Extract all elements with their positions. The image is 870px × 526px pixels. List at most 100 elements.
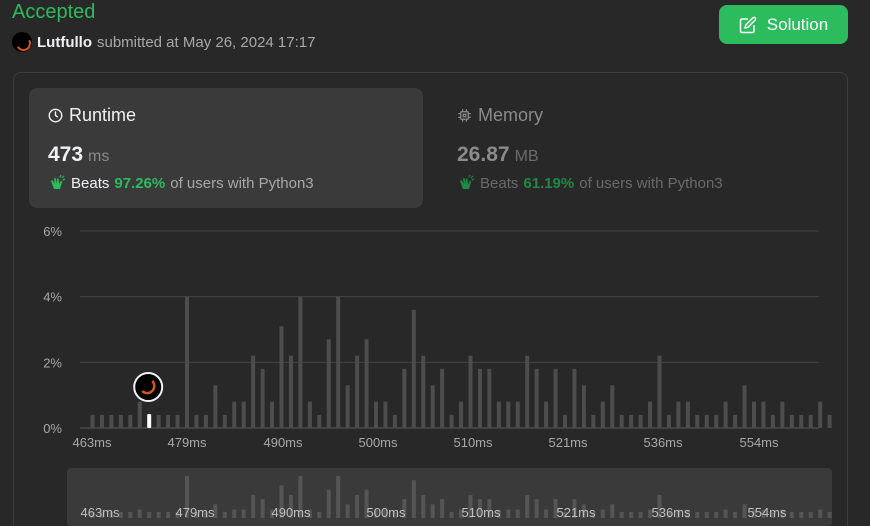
chart-bar[interactable]	[270, 401, 275, 428]
chart-bar[interactable]	[581, 385, 586, 428]
navigator-bar	[137, 509, 142, 518]
chart-bar[interactable]	[761, 401, 766, 428]
chart-bar[interactable]	[799, 414, 804, 428]
chart-bar[interactable]	[600, 401, 605, 428]
chart-bar[interactable]	[374, 401, 378, 428]
navigator-bar	[430, 504, 435, 518]
chart-bar[interactable]	[780, 401, 785, 428]
chart-bar[interactable]	[336, 296, 341, 428]
y-tick-label: 2%	[43, 355, 62, 370]
chart-bar[interactable]	[770, 414, 775, 428]
chart-bar[interactable]	[260, 368, 265, 428]
chart-bar[interactable]	[827, 414, 832, 428]
chart-bar[interactable]	[468, 355, 473, 428]
chart-bar[interactable]	[411, 309, 416, 428]
chart-bar[interactable]	[666, 414, 671, 428]
chart-bar[interactable]	[402, 368, 407, 428]
chart-bar[interactable]	[203, 414, 208, 428]
chart-bar[interactable]	[156, 414, 161, 428]
navigator-bar	[506, 509, 511, 518]
chart-bar[interactable]	[506, 401, 511, 428]
chart-bar[interactable]	[477, 368, 482, 428]
highlight-bar[interactable]	[147, 414, 152, 428]
chart-bar[interactable]	[789, 414, 794, 428]
chart-bar[interactable]	[818, 401, 823, 428]
chart-bar[interactable]	[563, 414, 567, 428]
navigator-bar	[714, 512, 719, 518]
chart-bar[interactable]	[657, 355, 662, 428]
navigator-bar	[156, 512, 161, 518]
chart-bar[interactable]	[364, 339, 369, 428]
chart-bar[interactable]	[222, 414, 227, 428]
chart-bar[interactable]	[128, 414, 133, 428]
chart-bar[interactable]	[137, 401, 142, 428]
chart-bar[interactable]	[487, 368, 492, 428]
chart-bar[interactable]	[185, 296, 189, 428]
chart-bar[interactable]	[553, 368, 558, 428]
chart-bar[interactable]	[685, 401, 690, 428]
navigator-bar	[695, 512, 700, 518]
chart-bar[interactable]	[109, 414, 114, 428]
x-tick-label: 479ms	[167, 435, 207, 450]
chart-bar[interactable]	[572, 368, 577, 428]
chart-bar[interactable]	[90, 414, 95, 428]
chart-bar[interactable]	[213, 385, 218, 428]
chart-bar[interactable]	[742, 385, 747, 428]
runtime-distribution-chart[interactable]: 6% 4% 2% 0% 463ms 479ms 490ms 500ms 510ms 521ms 5…	[0, 0, 870, 526]
chart-bar[interactable]	[629, 414, 634, 428]
chart-bar[interactable]	[440, 368, 445, 428]
chart-bar[interactable]	[326, 339, 331, 428]
chart-bar[interactable]	[525, 355, 530, 428]
y-tick-label: 4%	[43, 290, 62, 305]
chart-bar[interactable]	[619, 414, 624, 428]
navigator-bar	[704, 512, 709, 518]
chart-bar[interactable]	[515, 401, 520, 428]
x-tick-label: 500ms	[358, 435, 398, 450]
chart-bar[interactable]	[591, 414, 596, 428]
chart-bar[interactable]	[496, 401, 501, 428]
chart-bar[interactable]	[232, 401, 237, 428]
chart-bar[interactable]	[610, 385, 615, 428]
chart-bar[interactable]	[449, 414, 454, 428]
chart-bar[interactable]	[534, 368, 539, 428]
chart-bar[interactable]	[544, 401, 549, 428]
chart-bar[interactable]	[355, 355, 360, 428]
chart-bar[interactable]	[288, 355, 293, 428]
chart-bar[interactable]	[194, 414, 199, 428]
navigator-tick-label: 479ms	[175, 505, 215, 520]
chart-bar[interactable]	[459, 401, 464, 428]
chart-bar[interactable]	[392, 414, 397, 428]
chart-bar[interactable]	[166, 414, 171, 428]
chart-bar[interactable]	[714, 414, 719, 428]
navigator-bar	[515, 509, 520, 518]
chart-bar[interactable]	[241, 401, 246, 428]
navigator-bar	[789, 512, 794, 518]
navigator-bar	[128, 512, 133, 518]
navigator-bar	[260, 499, 265, 518]
chart-bar[interactable]	[676, 401, 681, 428]
navigator-bar	[733, 512, 738, 518]
chart-bar[interactable]	[638, 414, 643, 428]
your-submission-marker[interactable]	[133, 372, 164, 402]
chart-bar[interactable]	[752, 401, 756, 428]
chart-bar[interactable]	[345, 385, 350, 428]
chart-bar[interactable]	[695, 414, 700, 428]
chart-bar[interactable]	[430, 385, 435, 428]
chart-bar[interactable]	[118, 414, 123, 428]
chart-bar[interactable]	[279, 326, 284, 428]
chart-bar[interactable]	[99, 414, 104, 428]
chart-bar[interactable]	[733, 414, 738, 428]
chart-bar[interactable]	[421, 355, 426, 428]
chart-bar[interactable]	[175, 414, 180, 428]
chart-bar[interactable]	[307, 401, 312, 428]
navigator-bar	[336, 476, 341, 518]
chart-bar[interactable]	[808, 414, 813, 428]
chart-bar[interactable]	[317, 414, 322, 428]
chart-bar[interactable]	[298, 296, 303, 428]
chart-bar[interactable]	[704, 414, 709, 428]
chart-bar[interactable]	[251, 355, 256, 428]
chart-bar[interactable]	[383, 401, 388, 428]
navigator-tick-label: 463ms	[80, 505, 120, 520]
chart-bar[interactable]	[723, 401, 728, 428]
chart-bar[interactable]	[648, 401, 653, 428]
